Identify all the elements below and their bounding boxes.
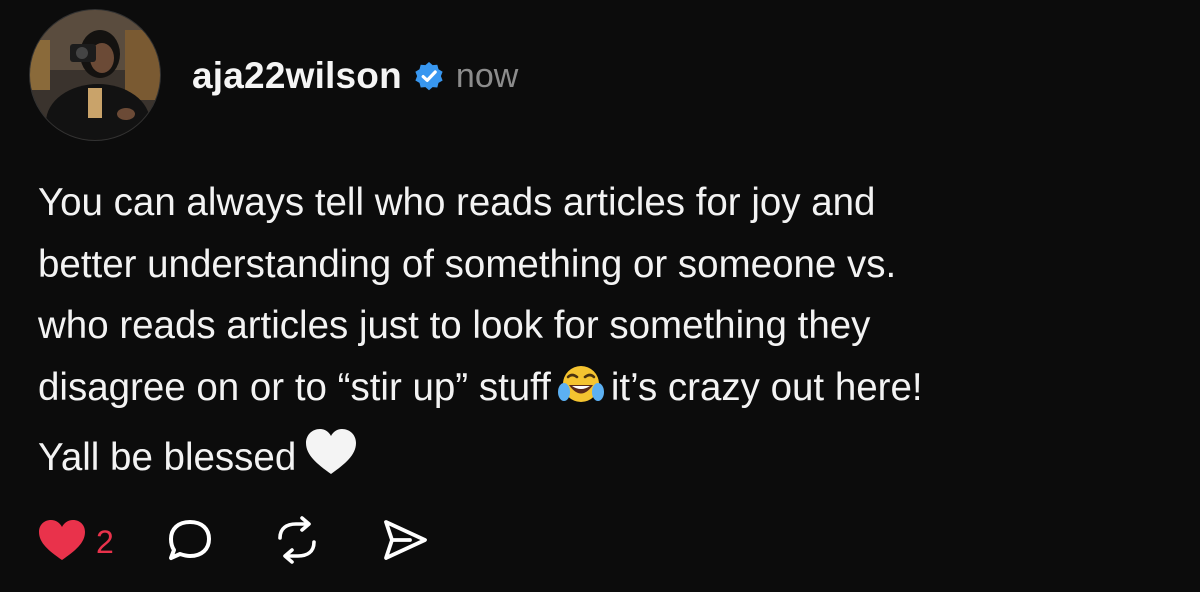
post-body-line: better understanding of something or som…	[38, 242, 897, 286]
post-header: aja22wilson now	[192, 52, 518, 100]
username[interactable]: aja22wilson	[192, 55, 402, 97]
post-body-line-5: Yall be blessed	[38, 426, 1178, 497]
heart-icon	[36, 517, 88, 568]
post-body-text-segment: it’s crazy out here!	[610, 365, 923, 409]
reply-button[interactable]	[164, 516, 216, 569]
post-body-line: who reads articles just to look for some…	[38, 304, 871, 347]
like-count: 2	[96, 523, 114, 560]
share-button[interactable]	[380, 517, 430, 568]
action-bar: 2	[36, 514, 430, 570]
share-icon	[380, 517, 430, 568]
post-body: You can always tell who reads articles f…	[38, 172, 1178, 497]
face-with-tears-of-joy-icon	[557, 362, 605, 427]
threads-post: aja22wilson now You can always tell who …	[0, 0, 1200, 592]
verified-badge-icon	[412, 59, 446, 93]
avatar-photo	[30, 10, 160, 140]
post-body-line: You can always tell who reads articles f…	[38, 181, 876, 224]
reply-icon	[164, 516, 216, 569]
avatar[interactable]	[30, 10, 160, 140]
repost-icon	[272, 515, 322, 569]
post-timestamp: now	[455, 56, 519, 95]
like-button[interactable]: 2	[36, 517, 114, 568]
post-body-text-segment: disagree on or to “stir up” stuff	[38, 365, 551, 409]
repost-button[interactable]	[272, 515, 322, 569]
white-heart-icon	[302, 426, 360, 497]
post-body-line-4: disagree on or to “stir up” stuff it’s c…	[38, 357, 1178, 427]
post-body-text-segment: Yall be blessed	[38, 436, 297, 479]
